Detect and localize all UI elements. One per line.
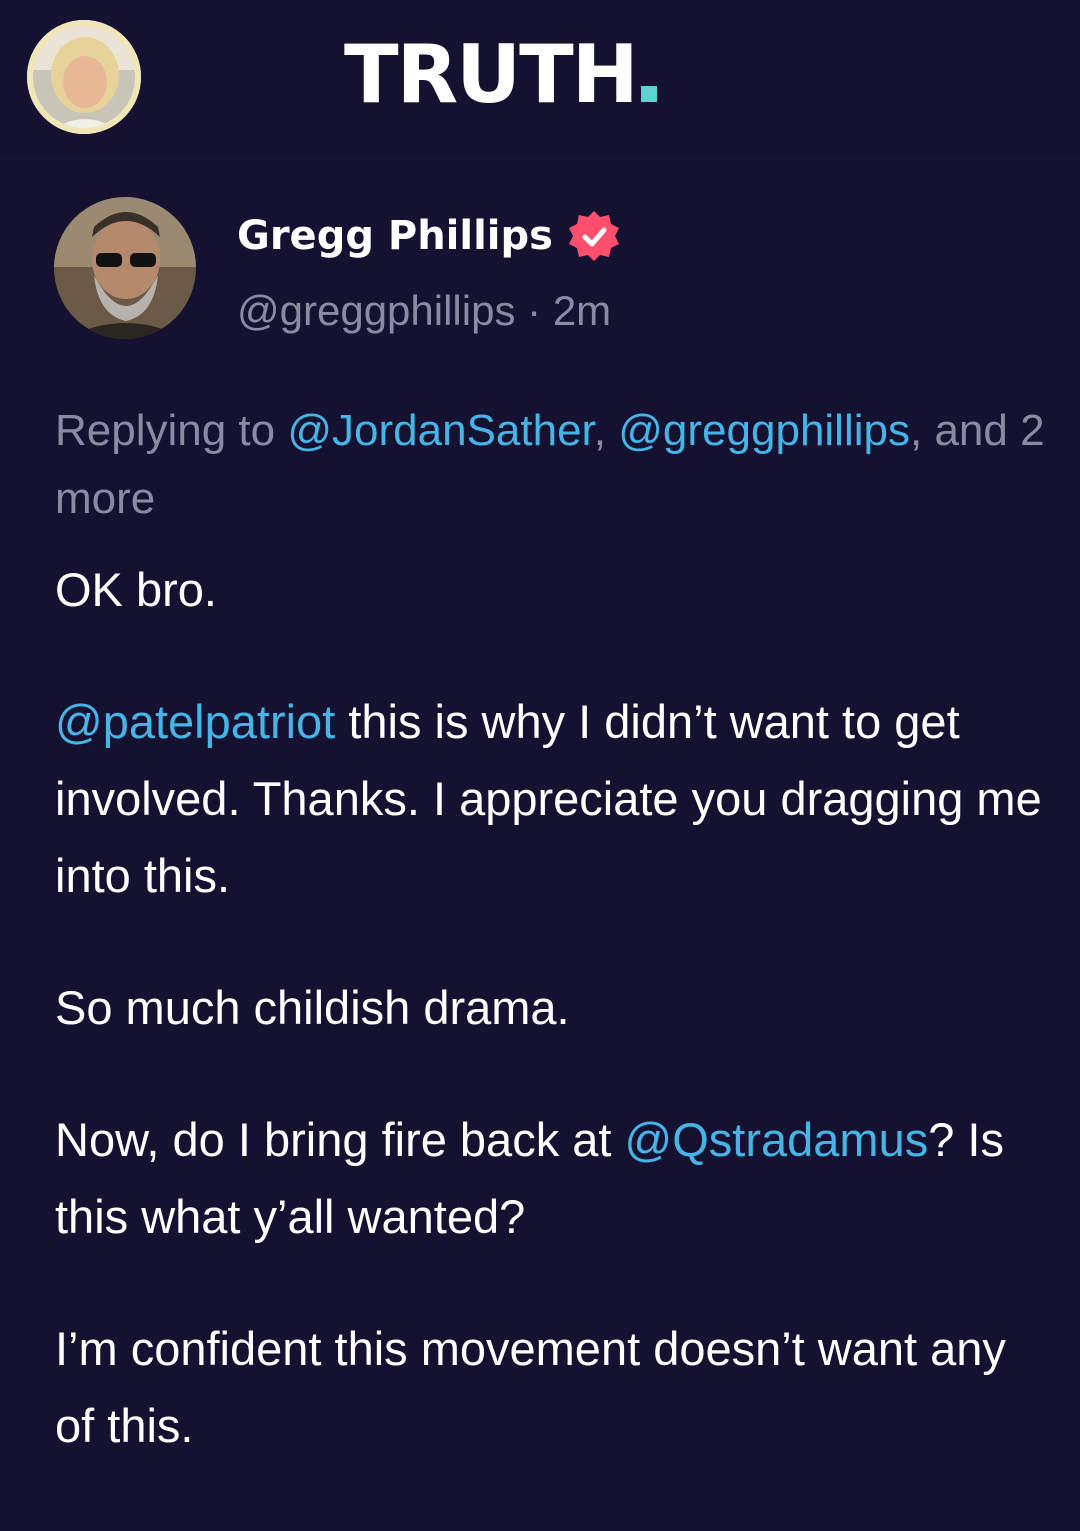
truth-logo[interactable]: TRUTH: [344, 30, 657, 120]
post-paragraph: So much childish drama.: [55, 981, 570, 1034]
post-paragraph: @patelpatriot this is why I didn’t want …: [55, 683, 1045, 914]
author-meta: @greggphillips · 2m: [237, 283, 611, 339]
logo-text: TRUTH: [344, 28, 639, 121]
replying-to: Replying to @JordanSather, @greggphillip…: [55, 397, 1045, 533]
post-timestamp[interactable]: 2m: [553, 287, 611, 334]
author-name[interactable]: Gregg Phillips: [237, 208, 621, 264]
post-paragraph: I’m confident this movement doesn’t want…: [55, 1322, 1006, 1452]
verified-badge-icon: [567, 209, 621, 263]
author-avatar-icon: [54, 197, 196, 339]
logo-dot-icon: [640, 86, 657, 102]
replying-prefix: Replying to: [55, 406, 276, 455]
mention-link[interactable]: @greggphillips: [618, 406, 910, 455]
post-text: Now, do I bring fire back at: [55, 1113, 625, 1166]
top-bar: TRUTH: [0, 0, 1080, 159]
post-paragraph: Now, do I bring fire back at @Qstradamus…: [55, 1101, 1045, 1255]
author-handle[interactable]: @greggphillips: [237, 287, 515, 334]
current-user-avatar[interactable]: [27, 20, 141, 134]
mention-link[interactable]: @Qstradamus: [625, 1113, 929, 1166]
author-name-text: Gregg Phillips: [237, 213, 553, 259]
post-paragraph: OK bro.: [55, 563, 217, 616]
comma: ,: [593, 406, 607, 455]
mention-link[interactable]: @patelpatriot: [55, 695, 335, 748]
mention-link[interactable]: @JordanSather: [287, 406, 593, 455]
author-avatar[interactable]: [54, 197, 196, 339]
comma: ,: [909, 406, 923, 455]
post-body: OK bro. @patelpatriot this is why I didn…: [55, 551, 1045, 1519]
user-avatar-icon: [27, 20, 141, 134]
meta-separator: ·: [527, 287, 542, 334]
